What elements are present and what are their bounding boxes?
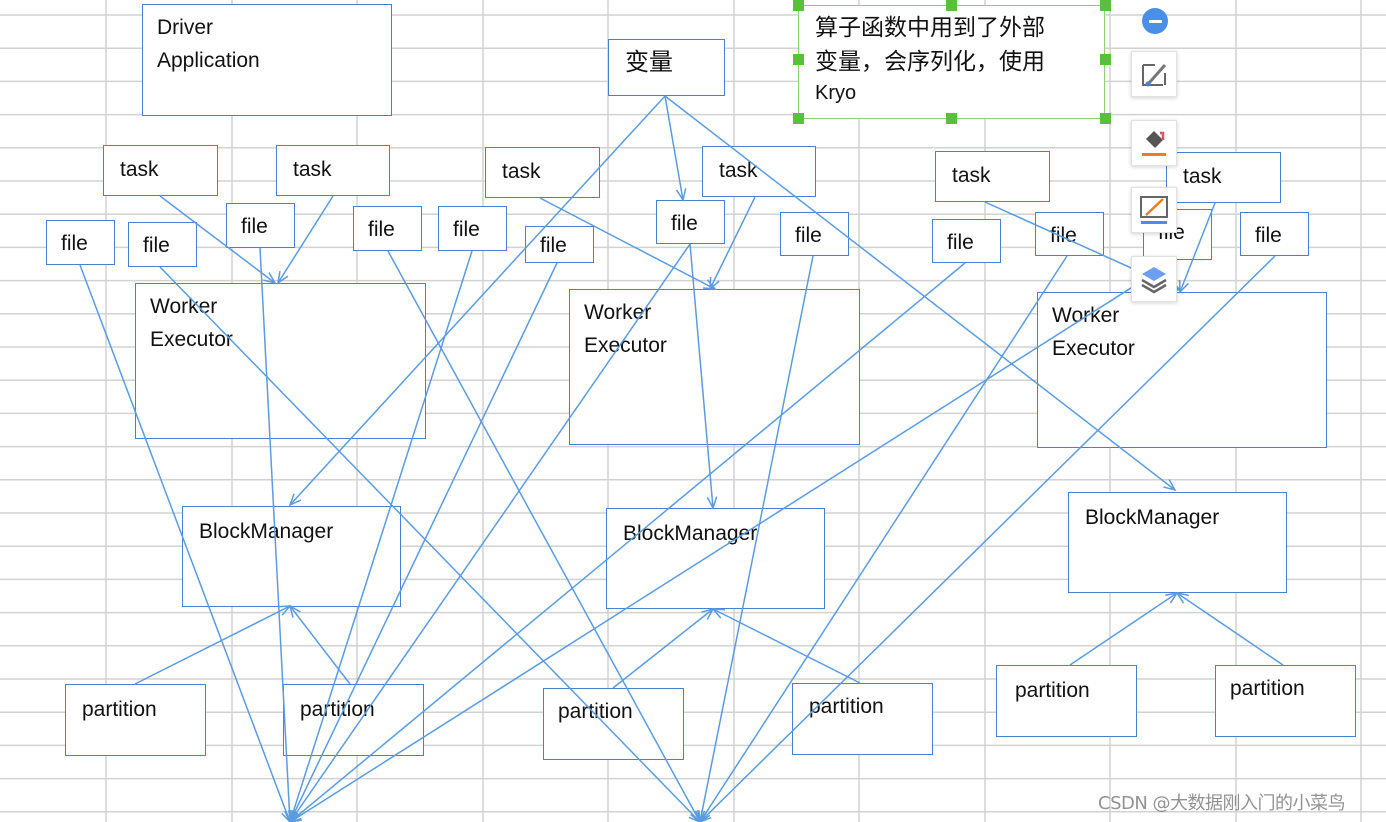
connector-arrow: [1179, 202, 1216, 293]
connector-arrow: [1069, 592, 1178, 666]
connector-arrow: [664, 95, 684, 201]
connector-arrow: [277, 195, 334, 284]
layers-button[interactable]: [1131, 256, 1177, 302]
resize-handle[interactable]: [1100, 54, 1111, 65]
connector-arrow: [709, 196, 756, 290]
fill-color-button[interactable]: [1131, 120, 1177, 166]
minus-circle-icon[interactable]: [1142, 8, 1168, 34]
arrowhead: [276, 271, 289, 285]
resize-handle[interactable]: [793, 0, 804, 11]
connector-arrow: [1176, 592, 1284, 666]
connector-arrow: [289, 262, 966, 822]
resize-handle[interactable]: [1100, 113, 1111, 124]
connector-arrow: [289, 259, 1176, 822]
connector-arrow: [289, 243, 691, 822]
connector-arrow: [387, 250, 701, 822]
resize-handle[interactable]: [946, 0, 957, 11]
watermark: CSDN @大数据刚入门的小菜鸟: [1098, 793, 1346, 814]
edit-shape-button[interactable]: [1131, 51, 1177, 97]
connector-arrow: [289, 605, 351, 685]
resize-handle[interactable]: [946, 113, 957, 124]
connector-lines: [79, 95, 1284, 822]
connector-arrow: [699, 255, 1068, 822]
connector-arrow: [259, 247, 291, 822]
note-line-1: 算子函数中用到了外部: [815, 14, 1045, 40]
arrowhead: [1165, 591, 1179, 604]
resize-handle[interactable]: [793, 113, 804, 124]
note-line-3: Kryo: [815, 82, 857, 104]
edit-shape-icon: [1142, 64, 1167, 87]
line-color-button[interactable]: [1131, 187, 1177, 233]
note-line-2: 变量，会序列化，使用: [815, 48, 1045, 74]
connector-arrow: [289, 250, 473, 822]
line-color-icon: [1140, 196, 1168, 224]
fill-color-icon: [1142, 131, 1166, 156]
connector-arrow: [159, 195, 276, 284]
connector-arrow: [699, 255, 814, 822]
connector-arrow: [79, 264, 291, 822]
connector-arrow: [664, 95, 1176, 491]
connector-arrow: [159, 266, 701, 822]
resize-handle[interactable]: [793, 54, 804, 65]
resize-handle[interactable]: [1100, 0, 1111, 11]
connector-arrow: [539, 197, 716, 290]
connector-arrow: [289, 95, 666, 506]
arrowhead: [1175, 591, 1189, 604]
connector-arrow: [612, 608, 714, 689]
serialization-note[interactable]: 算子函数中用到了外部 变量，会序列化，使用 Kryo: [798, 5, 1105, 119]
layers-icon: [1141, 267, 1167, 294]
connector-arrow: [699, 255, 1276, 822]
connector-arrow: [289, 262, 558, 822]
